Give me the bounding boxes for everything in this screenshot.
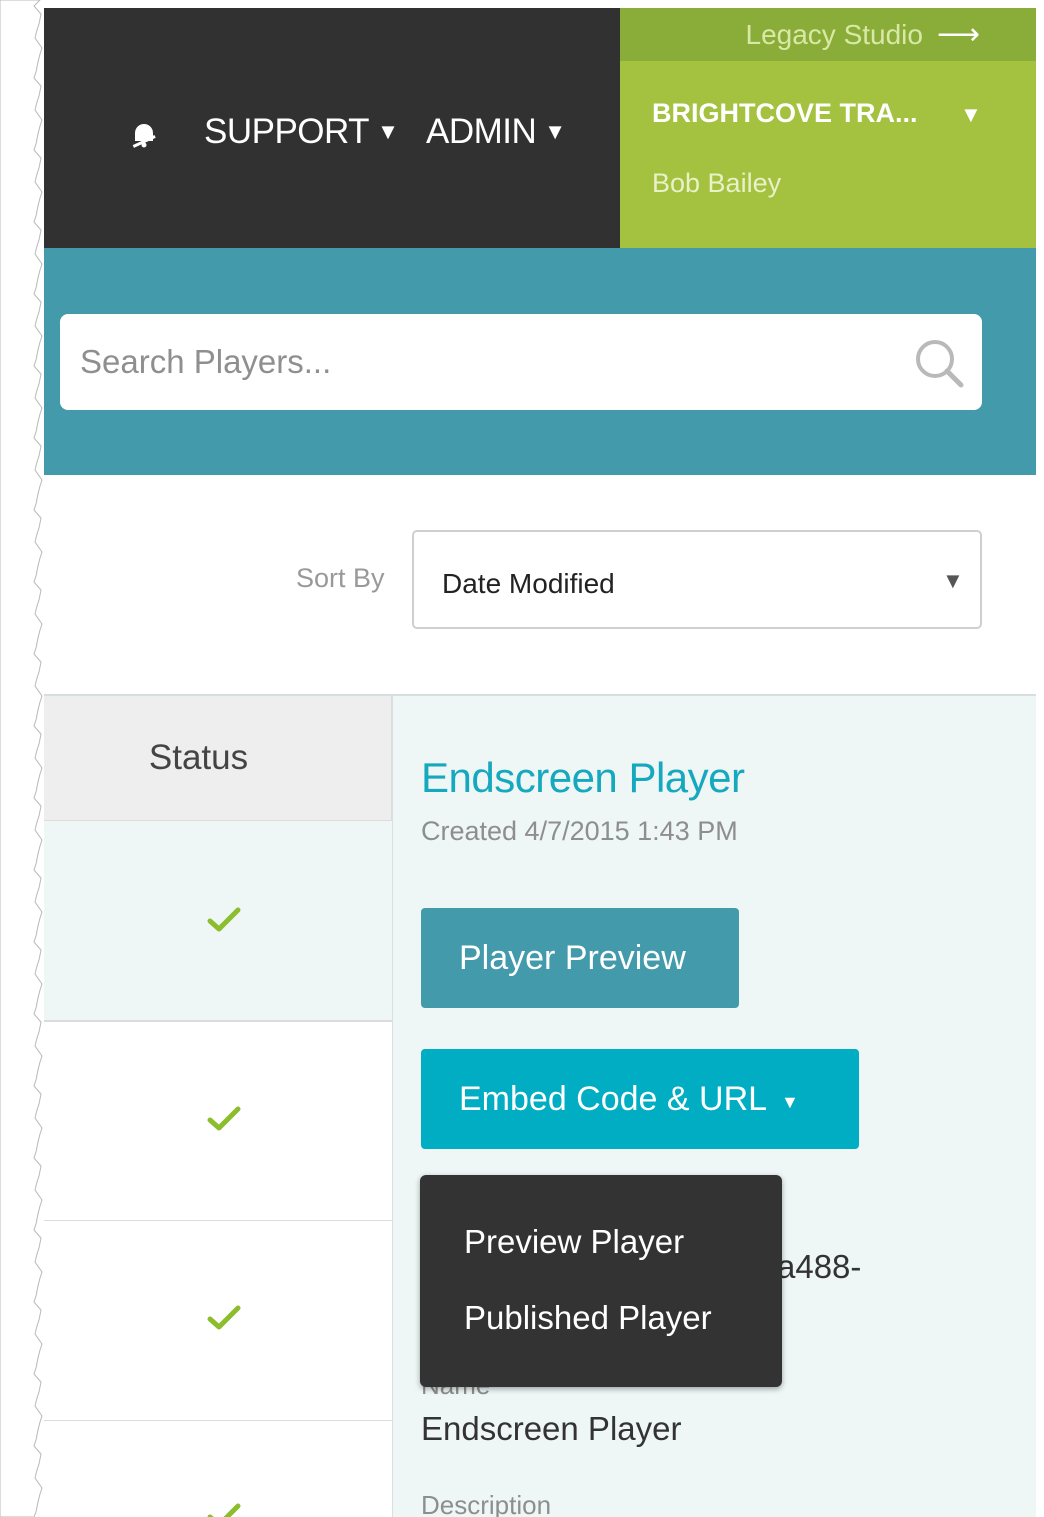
embed-code-button[interactable]: Embed Code & URL ▼: [421, 1049, 859, 1149]
account-panel: Legacy Studio ⟶ BRIGHTCOVE TRA... ▼ Bob …: [620, 8, 1036, 248]
sort-select[interactable]: Date Modified ▼: [412, 530, 982, 629]
caret-down-icon: ▼: [942, 568, 964, 593]
table-row[interactable]: [36, 1421, 392, 1517]
admin-label: ADMIN: [426, 112, 537, 151]
embed-dropdown-menu: Preview Player Published Player: [420, 1175, 782, 1387]
search-band: [36, 248, 1036, 475]
caret-down-icon[interactable]: ▼: [960, 102, 982, 128]
sort-value: Date Modified: [442, 568, 615, 599]
description-label: Description: [421, 1490, 552, 1517]
top-navigation-bar: SUPPORT ▼ ADMIN ▼: [36, 8, 620, 248]
check-icon: [206, 1303, 242, 1333]
user-name: Bob Bailey: [652, 168, 782, 198]
caret-down-icon: ▼: [377, 119, 399, 144]
check-icon: [206, 1104, 242, 1134]
search-icon[interactable]: [912, 336, 966, 390]
check-icon: [206, 905, 242, 935]
check-icon: [206, 1501, 242, 1517]
legacy-studio-label: Legacy Studio: [745, 18, 923, 50]
admin-menu[interactable]: ADMIN ▼: [426, 112, 566, 152]
bell-icon[interactable]: [124, 114, 164, 154]
menu-item-published-player[interactable]: Published Player: [464, 1299, 712, 1337]
search-box: [60, 314, 982, 410]
legacy-studio-link[interactable]: Legacy Studio ⟶: [620, 8, 1036, 61]
search-input[interactable]: [80, 314, 900, 410]
torn-edge: [0, 0, 44, 1517]
table-row[interactable]: [36, 1221, 392, 1421]
name-value: Endscreen Player: [421, 1410, 682, 1447]
sort-by-label: Sort By: [296, 563, 385, 593]
account-switcher[interactable]: BRIGHTCOVE TRA...: [652, 98, 918, 129]
support-menu[interactable]: SUPPORT ▼: [204, 112, 399, 152]
menu-item-preview-player[interactable]: Preview Player: [464, 1223, 684, 1261]
status-header-label: Status: [148, 738, 249, 777]
arrow-right-icon: ⟶: [936, 18, 980, 51]
player-details-panel: Endscreen Player Created 4/7/2015 1:43 P…: [392, 696, 1036, 1517]
table-row[interactable]: [36, 1021, 392, 1221]
player-id-fragment: a488-: [777, 1248, 862, 1285]
caret-down-icon: ▼: [544, 119, 566, 144]
embed-code-label: Embed Code & URL: [459, 1079, 768, 1118]
caret-down-icon: ▼: [781, 1091, 799, 1112]
status-column-header[interactable]: Status: [36, 696, 392, 821]
player-preview-button[interactable]: Player Preview: [421, 908, 739, 1008]
support-label: SUPPORT: [204, 112, 370, 151]
player-title-link[interactable]: Endscreen Player: [421, 754, 745, 802]
created-date: Created 4/7/2015 1:43 PM: [421, 816, 738, 846]
table-row[interactable]: [36, 821, 392, 1021]
